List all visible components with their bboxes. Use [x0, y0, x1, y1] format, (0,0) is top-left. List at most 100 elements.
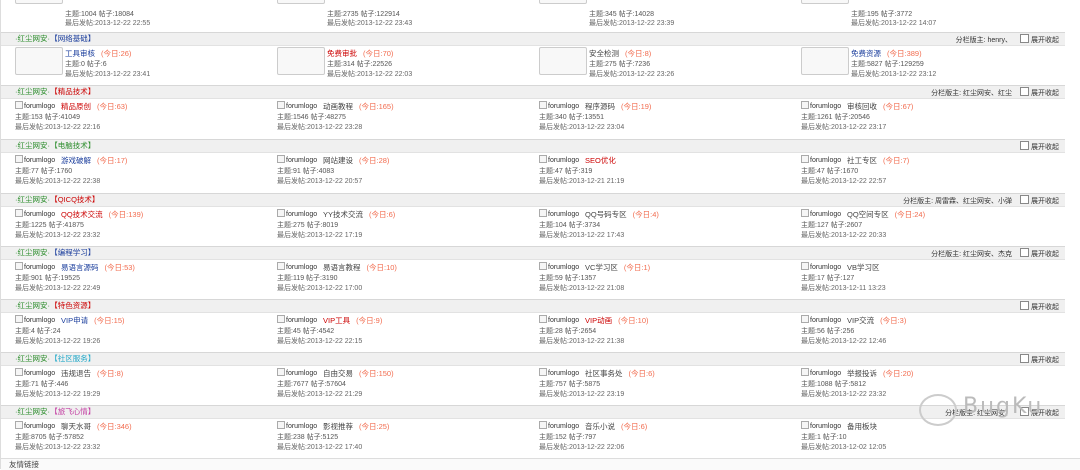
toggle-collapse-button[interactable]: 展开收起	[1020, 141, 1059, 151]
section-title[interactable]: ·红尘网安· 【QICQ技术】	[15, 195, 99, 205]
forum-last-post[interactable]: 最后发帖:2013-12-22 22:16	[15, 122, 100, 132]
forum-cell[interactable]: 免费资源 (今日:389) 主题:5827 帖子:129259 最后发帖:2013-1…	[787, 46, 1042, 88]
forum-cell[interactable]: forumlogo QQ技术交流 (今日:139) 主题:1225 帖子:41875 最…	[1, 207, 256, 249]
forum-last-post[interactable]: 最后发帖:2013-12-22 23:19	[539, 389, 624, 399]
forum-name-link[interactable]: 聊天水哥	[61, 422, 91, 431]
forum-last-post[interactable]: 最后发帖:2013-12-22 23:32	[15, 230, 100, 240]
forum-last-post[interactable]: 最后发帖:2013-12-22 22:03	[327, 69, 412, 79]
forum-name-link[interactable]: 易语言教程	[323, 263, 361, 272]
forum-last-post[interactable]: 最后发帖:2013-12-22 23:04	[539, 122, 624, 132]
forum-cell[interactable]: forumlogo 审核回收 (今日:67) 主题:1261 帖子:20546 最后发帖…	[787, 99, 1042, 141]
forum-cell[interactable]: forumlogo VC学习区 (今日:1) 主题:59 帖子:1357 最后发帖:20…	[525, 260, 780, 302]
forum-last-post[interactable]: 最后发帖:2013-12-22 22:38	[15, 176, 100, 186]
forum-last-post[interactable]: 最后发帖:2013-12-22 17:40	[277, 442, 362, 452]
moderator-list[interactable]: 分栏版主: 周雷霖、红尘网安、小弹	[903, 198, 1012, 205]
forum-last-post[interactable]: 最后发帖:2013-12-22 23:32	[15, 442, 100, 452]
forum-cell[interactable]: forumlogo 自由交易 (今日:150) 主题:7677 帖子:57604 最后发…	[263, 366, 518, 408]
forum-cell[interactable]: forumlogo YY技术交流 (今日:6) 主题:275 帖子:8019 最后发帖:…	[263, 207, 518, 249]
forum-name-link[interactable]: 工具审核	[65, 49, 95, 58]
forum-name-link[interactable]: 免费资源	[851, 49, 881, 58]
section-title[interactable]: ·红尘网安· 【特色资源】	[15, 301, 95, 311]
forum-cell[interactable]: forumlogo 社区事务处 (今日:6) 主题:757 帖子:5875 最后发帖:2…	[525, 366, 780, 408]
forum-cell[interactable]: forumlogo VIP工具 (今日:9) 主题:45 帖子:4542 最后发帖:20…	[263, 313, 518, 355]
forum-name-link[interactable]: 精品原创	[61, 102, 91, 111]
forum-name-link[interactable]: 程序源码	[585, 102, 615, 111]
forum-last-post[interactable]: 最后发帖:2013-12-21 21:19	[539, 176, 624, 186]
forum-last-post[interactable]: 最后发帖:2013-12-22 21:38	[539, 336, 624, 346]
forum-last-post[interactable]: 最后发帖:2013-12-22 19:29	[15, 389, 100, 399]
forum-name-link[interactable]: YY技术交流	[323, 210, 363, 219]
forum-last-post[interactable]: 最后发帖:2013-12-22 22:49	[15, 283, 100, 293]
forum-cell[interactable]: forumlogo 精品原创 (今日:63) 主题:153 帖子:41049 最后发帖:…	[1, 99, 256, 141]
forum-name-link[interactable]: SEO优化	[585, 156, 616, 165]
forum-cell[interactable]: forumlogo VB学习区 主题:17 帖子:127 最后发帖:2013-12-1…	[787, 260, 1042, 302]
forum-name-link[interactable]: 易语言源码	[61, 263, 99, 272]
forum-name-link[interactable]: VIP工具	[323, 316, 350, 325]
forum-last-post[interactable]: 最后发帖:2013-12-22 17:43	[539, 230, 624, 240]
forum-name-link[interactable]: 动画教程	[323, 102, 353, 111]
forum-name-link[interactable]: 免费审批	[327, 49, 357, 58]
forum-name-link[interactable]: VIP动画	[585, 316, 612, 325]
toggle-collapse-button[interactable]: 展开收起	[1020, 301, 1059, 311]
section-title[interactable]: ·红尘网安· 【网络基础】	[15, 34, 95, 44]
forum-last-post[interactable]: 最后发帖:2013-12-22 23:26	[589, 69, 674, 79]
section-title[interactable]: ·红尘网安· 【电脑技术】	[15, 141, 95, 151]
forum-cell[interactable]: forumlogo 违规退告 (今日:8) 主题:71 帖子:446 最后发帖:2013…	[1, 366, 256, 408]
forum-cell[interactable]: 主题:1004 帖子:18084 最后发帖:2013-12-22 22:55	[1, 0, 256, 32]
forum-name-link[interactable]: 社区事务处	[585, 369, 623, 378]
toggle-collapse-button[interactable]: 展开收起	[1020, 248, 1059, 258]
forum-name-link[interactable]: 游戏破解	[61, 156, 91, 165]
forum-name-link[interactable]: QQ空间专区	[847, 210, 889, 219]
forum-last-post[interactable]: 最后发帖:2013-12-22 21:08	[539, 283, 624, 293]
forum-last-post[interactable]: 最后发帖:2013-12-22 23:12	[851, 69, 936, 79]
forum-last-post[interactable]: 最后发帖:2013-12-22 17:00	[277, 283, 362, 293]
forum-name-link[interactable]: QQ技术交流	[61, 210, 103, 219]
toggle-collapse-button[interactable]: 展开收起	[1020, 87, 1059, 97]
forum-cell[interactable]: 主题:2735 帖子:122914 最后发帖:2013-12-22 23:43	[263, 0, 518, 32]
forum-last-post[interactable]: 最后发帖:2013-12-22 22:15	[277, 336, 362, 346]
forum-name-link[interactable]: 备用板块	[847, 422, 877, 431]
forum-name-link[interactable]: 网站建设	[323, 156, 353, 165]
forum-last-post[interactable]: 最后发帖:2013-12-22 20:57	[277, 176, 362, 186]
moderator-list[interactable]: 分栏版主: 红尘网安、杰克	[931, 251, 1012, 258]
forum-name-link[interactable]: VC学习区	[585, 263, 618, 272]
moderator-list[interactable]: 分栏版主: henry、	[956, 37, 1012, 44]
forum-cell[interactable]: forumlogo QQ号码专区 (今日:4) 主题:104 帖子:3734 最后发帖:…	[525, 207, 780, 249]
forum-name-link[interactable]: 举报投诉	[847, 369, 877, 378]
forum-name-link[interactable]: 社工专区	[847, 156, 877, 165]
forum-name-link[interactable]: 自由交易	[323, 369, 353, 378]
forum-name-link[interactable]: 审核回收	[847, 102, 877, 111]
forum-cell[interactable]: forumlogo QQ空间专区 (今日:24) 主题:127 帖子:2607 最后发帖…	[787, 207, 1042, 249]
forum-name-link[interactable]: VIP申请	[61, 316, 88, 325]
forum-name-link[interactable]: VB学习区	[847, 263, 880, 272]
forum-cell[interactable]: forumlogo 社工专区 (今日:7) 主题:47 帖子:1670 最后发帖:201…	[787, 153, 1042, 195]
forum-last-post[interactable]: 最后发帖:2013-12-22 23:41	[65, 69, 150, 79]
forum-name-link[interactable]: 违规退告	[61, 369, 91, 378]
forum-last-post[interactable]: 最后发帖:2013-12-22 20:33	[801, 230, 886, 240]
forum-last-post[interactable]: 最后发帖:2013-12-22 21:29	[277, 389, 362, 399]
toggle-collapse-button[interactable]: 展开收起	[1020, 354, 1059, 364]
forum-cell[interactable]: forumlogo VIP交流 (今日:3) 主题:56 帖子:256 最后发帖:201…	[787, 313, 1042, 355]
forum-cell[interactable]: forumlogo 网站建设 (今日:28) 主题:91 帖子:4083 最后发帖:20…	[263, 153, 518, 195]
forum-last-post[interactable]: 最后发帖:2013-12-11 13:23	[801, 283, 886, 293]
forum-cell[interactable]: 安全检测 (今日:8) 主题:275 帖子:7236 最后发帖:2013-12-22 …	[525, 46, 780, 88]
forum-cell[interactable]: forumlogo 音乐小说 (今日:6) 主题:152 帖子:797 最后发帖:201…	[525, 419, 780, 461]
section-title[interactable]: ·红尘网安· 【社区服务】	[15, 354, 95, 364]
forum-cell[interactable]: 工具审核 (今日:26) 主题:0 帖子:6 最后发帖:2013-12-22 23:4…	[1, 46, 256, 88]
forum-last-post[interactable]: 最后发帖:2013-12-22 23:17	[801, 122, 886, 132]
section-title[interactable]: ·红尘网安· 【精品技术】	[15, 87, 95, 97]
forum-last-post[interactable]: 最后发帖:2013-12-22 17:19	[277, 230, 362, 240]
forum-last-post[interactable]: 最后发帖:2013-12-22 22:06	[539, 442, 624, 452]
forum-cell[interactable]: forumlogo SEO优化 主题:47 帖子:319 最后发帖:2013-12-2…	[525, 153, 780, 195]
forum-name-link[interactable]: 安全检测	[589, 49, 619, 58]
section-title[interactable]: ·红尘网安· 【编程学习】	[15, 248, 95, 258]
forum-cell[interactable]: forumlogo 易语言源码 (今日:53) 主题:901 帖子:19525 最后发帖…	[1, 260, 256, 302]
section-title[interactable]: ·红尘网安· 【旅飞心情】	[15, 407, 95, 417]
forum-cell[interactable]: 主题:345 帖子:14028 最后发帖:2013-12-22 23:39	[525, 0, 780, 32]
forum-cell[interactable]: 免费审批 (今日:70) 主题:314 帖子:22526 最后发帖:2013-12-2…	[263, 46, 518, 88]
forum-cell[interactable]: forumlogo 影视推荐 (今日:25) 主题:238 帖子:5125 最后发帖:2…	[263, 419, 518, 461]
toggle-collapse-button[interactable]: 展开收起	[1020, 195, 1059, 205]
forum-last-post[interactable]: 最后发帖:2013-12-02 12:05	[801, 442, 886, 452]
forum-name-link[interactable]: 音乐小说	[585, 422, 615, 431]
forum-name-link[interactable]: QQ号码专区	[585, 210, 627, 219]
